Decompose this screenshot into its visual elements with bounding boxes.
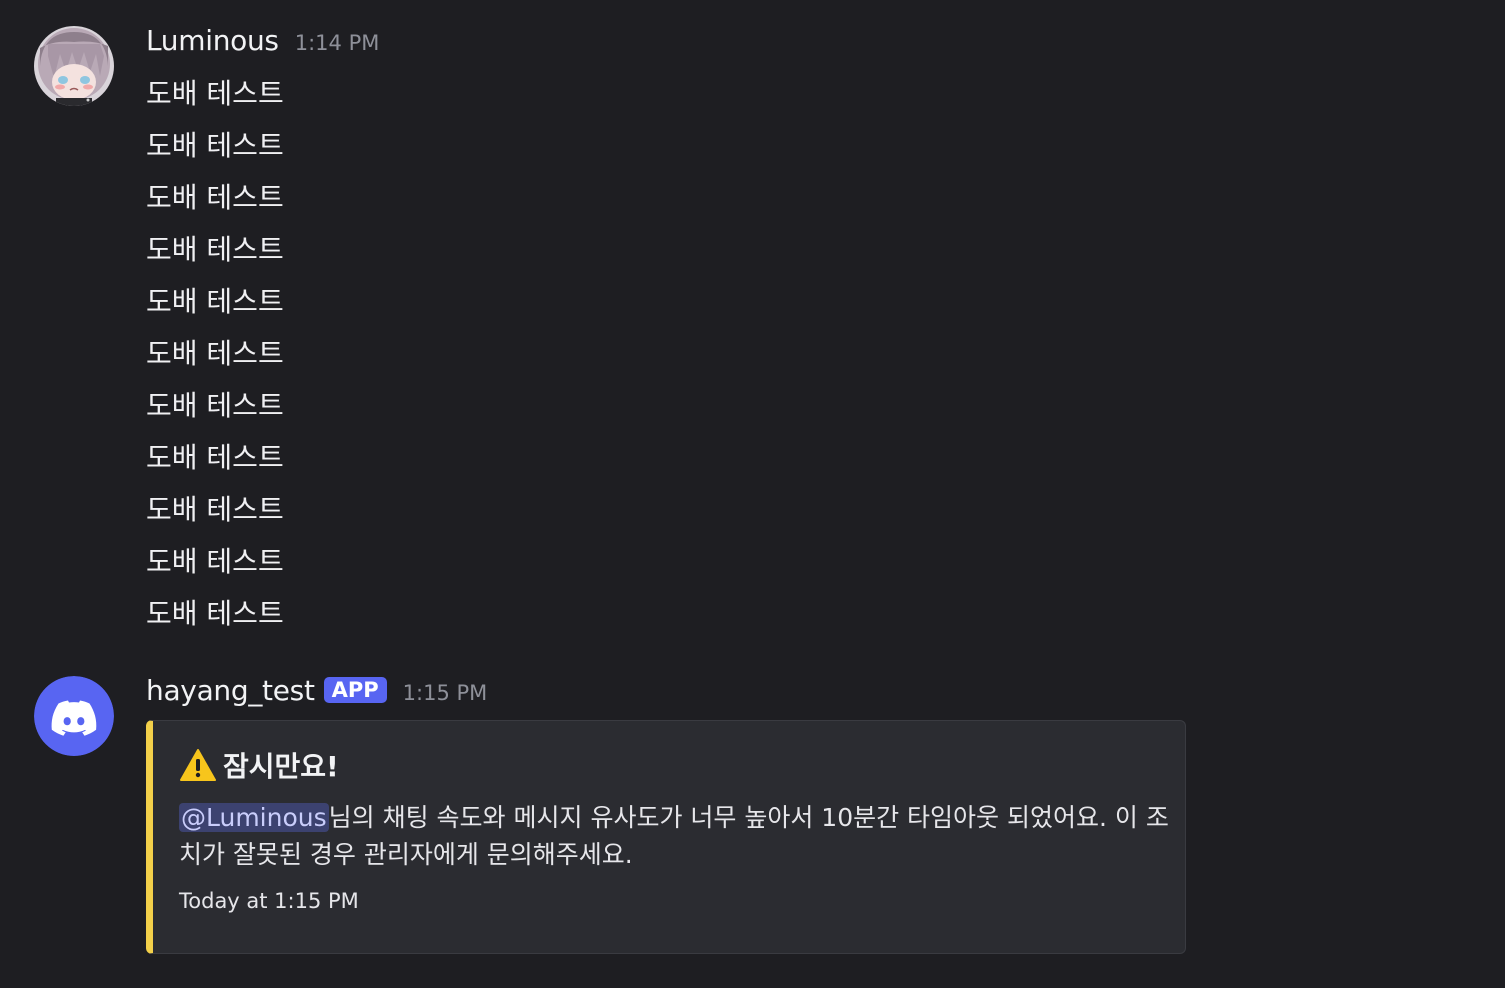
discord-logo-icon (34, 676, 114, 756)
user-mention[interactable]: @Luminous (179, 803, 329, 832)
message-timestamp[interactable]: 1:14 PM (295, 31, 380, 55)
message-text: 도배 테스트 (146, 337, 284, 370)
message-header: Luminous 1:14 PM (146, 24, 379, 64)
chat-messages: Luminous 1:14 PM 도배 테스트 도배 테스트 도배 테스트 도배… (0, 0, 1505, 988)
username[interactable]: hayang_test (146, 674, 315, 707)
message-text: 도배 테스트 (146, 493, 284, 526)
message-text: 도배 테스트 (146, 233, 284, 266)
message-text: 도배 테스트 (146, 129, 284, 162)
user-avatar[interactable] (34, 26, 114, 106)
message-timestamp[interactable]: 1:15 PM (403, 681, 488, 705)
message-text: 도배 테스트 (146, 77, 284, 110)
message-header: hayang_test APP 1:15 PM (146, 674, 487, 714)
bot-avatar[interactable] (34, 676, 114, 756)
embed-title: 잠시만요! (179, 745, 339, 785)
message-text: 도배 테스트 (146, 597, 284, 630)
warning-icon (180, 749, 216, 781)
message-lines: 도배 테스트 도배 테스트 도배 테스트 도배 테스트 도배 테스트 도배 테스… (146, 68, 284, 640)
message-text: 도배 테스트 (146, 389, 284, 422)
anime-girl-avatar-icon (34, 26, 114, 106)
message-text: 도배 테스트 (146, 545, 284, 578)
embed-footer: Today at 1:15 PM (179, 889, 359, 913)
app-badge: APP (323, 677, 387, 703)
message-text: 도배 테스트 (146, 441, 284, 474)
embed-description: @Luminous님의 채팅 속도와 메시지 유사도가 너무 높아서 10분간 … (179, 799, 1169, 873)
username[interactable]: Luminous (146, 24, 279, 57)
message-text: 도배 테스트 (146, 181, 284, 214)
message-text: 도배 테스트 (146, 285, 284, 318)
embed-title-text: 잠시만요! (223, 750, 339, 783)
embed-card: 잠시만요! @Luminous님의 채팅 속도와 메시지 유사도가 너무 높아서… (146, 720, 1186, 954)
